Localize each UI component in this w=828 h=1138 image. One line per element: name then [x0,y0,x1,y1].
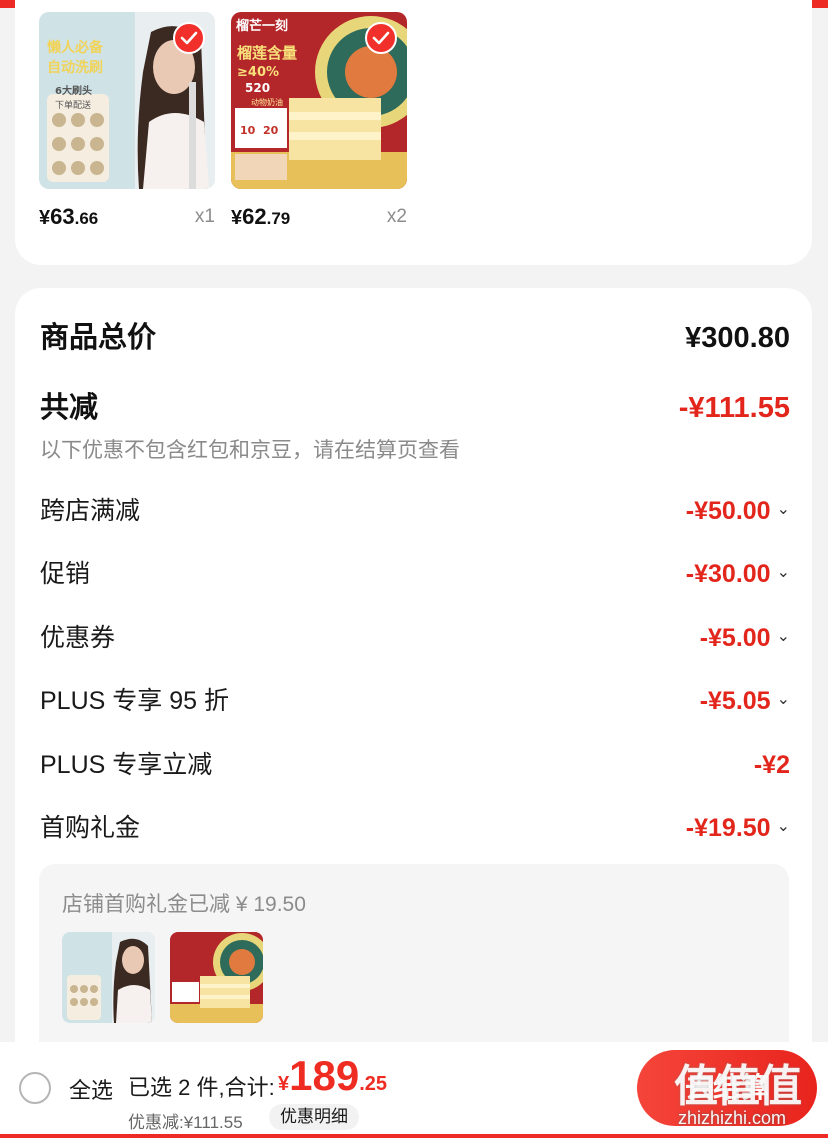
discount-value: -¥19.50 ⌄ [686,808,790,849]
product-price: ¥62.79 [231,204,291,229]
product-promo-bottom: 6大刷头 [55,84,92,97]
discount-label: 首购礼金 [40,814,141,842]
discount-row-cross-store[interactable]: 跨店满减 -¥50.00 ⌄ [40,491,790,531]
product-quantity: x1 [194,206,215,227]
discount-note: 以下优惠不包含红包和京豆，请在结算页查看 [40,439,460,462]
chevron-down-icon[interactable]: ⌄ [777,617,790,657]
discount-label: 跨店满减 [40,497,141,525]
product-promo-top: 下单配送 [55,99,91,111]
discount-label: 优惠券 [40,624,116,652]
discount-row-promotion[interactable]: 促销 -¥30.00 ⌄ [40,554,790,594]
select-all-label[interactable]: 全选 [69,1073,113,1105]
product-price-row: ¥62.79 x2 [231,204,409,234]
selected-count-text: 已选 2 件,合计: [128,1075,275,1100]
total-price-row: 商品总价 ¥300.80 [40,318,790,358]
product-thumbnail[interactable]: 榴芒一刻 榴莲含量 ≥40% 520 动物奶油 10 20 [231,12,407,189]
product-badge: 懒人必备 [47,39,104,56]
product-quantity: x2 [386,206,407,227]
discount-value: -¥5.00 ⌄ [700,618,790,659]
checkout-button[interactable]: 去结算 [637,1050,817,1126]
chevron-down-icon[interactable]: ⌄ [777,807,790,847]
discount-label: PLUS 专享立减 [40,751,213,779]
discount-value: -¥2 [753,751,790,779]
product-percent: ≥40% [237,65,279,80]
total-sum: ¥189.25 [278,1052,388,1099]
discount-summary-text: 优惠减:¥111.55 [128,1113,243,1132]
selected-check-icon[interactable] [365,22,397,54]
gift-product-image [170,932,263,1023]
discount-row-first-purchase[interactable]: 首购礼金 -¥19.50 ⌄ [40,808,790,848]
product-coupon-b: 20 [263,124,279,137]
discount-value: -¥30.00 ⌄ [686,554,790,595]
product-tag2: 动物奶油 [251,97,283,107]
gift-product-image [62,932,155,1023]
total-reduction-value: -¥111.55 [678,392,790,424]
chevron-down-icon[interactable]: ⌄ [777,680,790,720]
select-all-checkbox[interactable] [19,1072,51,1104]
product-brand: 榴芒一刻 [236,18,288,34]
gift-product-thumbnail[interactable] [170,932,263,1023]
product-headline: 榴莲含量 [237,44,297,62]
product-tag: 520 [245,81,270,95]
chevron-down-icon[interactable]: ⌄ [777,490,790,530]
total-price-label: 商品总价 [40,322,157,354]
product-price: ¥63.66 [39,204,99,229]
total-price-value: ¥300.80 [685,322,790,354]
chevron-down-icon[interactable]: ⌄ [777,553,790,593]
checkout-bar: 全选 已选 2 件,合计: ¥189.25 优惠减:¥111.55 优惠明细 去… [0,1042,828,1138]
discount-detail-button[interactable]: 优惠明细 [269,1104,359,1130]
bottom-accent-line [0,1134,828,1138]
total-reduction-row: 共减 -¥111.55 [40,388,790,428]
gift-panel-title: 店铺首购礼金已减 ¥ 19.50 [62,893,306,916]
product-thumbnail[interactable]: 懒人必备 自动洗刷 下单配送 6大刷头 [39,12,215,189]
discount-row-plus-instant: PLUS 专享立减 -¥2 [40,745,790,785]
gift-product-thumbnail[interactable] [62,932,155,1023]
first-purchase-gift-panel: 店铺首购礼金已减 ¥ 19.50 [39,864,789,1064]
discount-value: -¥5.05 ⌄ [700,681,790,722]
discount-row-plus-95[interactable]: PLUS 专享 95 折 -¥5.05 ⌄ [40,681,790,721]
discount-row-coupon[interactable]: 优惠券 -¥5.00 ⌄ [40,618,790,658]
price-summary-card: 商品总价 ¥300.80 共减 -¥111.55 以下优惠不包含红包和京豆，请在… [15,288,812,1138]
total-reduction-label: 共减 [40,392,99,424]
product-item[interactable]: 榴芒一刻 榴莲含量 ≥40% 520 动物奶油 10 20 ¥62.79 x2 [231,12,409,229]
product-price-row: ¥63.66 x1 [39,204,217,234]
selected-products-card: 懒人必备 自动洗刷 下单配送 6大刷头 ¥63.66 x1 榴芒一刻 榴莲含量 … [15,0,812,265]
product-coupon-a: 10 [240,124,256,137]
selected-check-icon[interactable] [173,22,205,54]
discount-value: -¥50.00 ⌄ [686,491,790,532]
discount-label: PLUS 专享 95 折 [40,687,229,715]
discount-label: 促销 [40,560,91,588]
product-item[interactable]: 懒人必备 自动洗刷 下单配送 6大刷头 ¥63.66 x1 [39,12,217,229]
product-tagline: 自动洗刷 [47,59,103,76]
